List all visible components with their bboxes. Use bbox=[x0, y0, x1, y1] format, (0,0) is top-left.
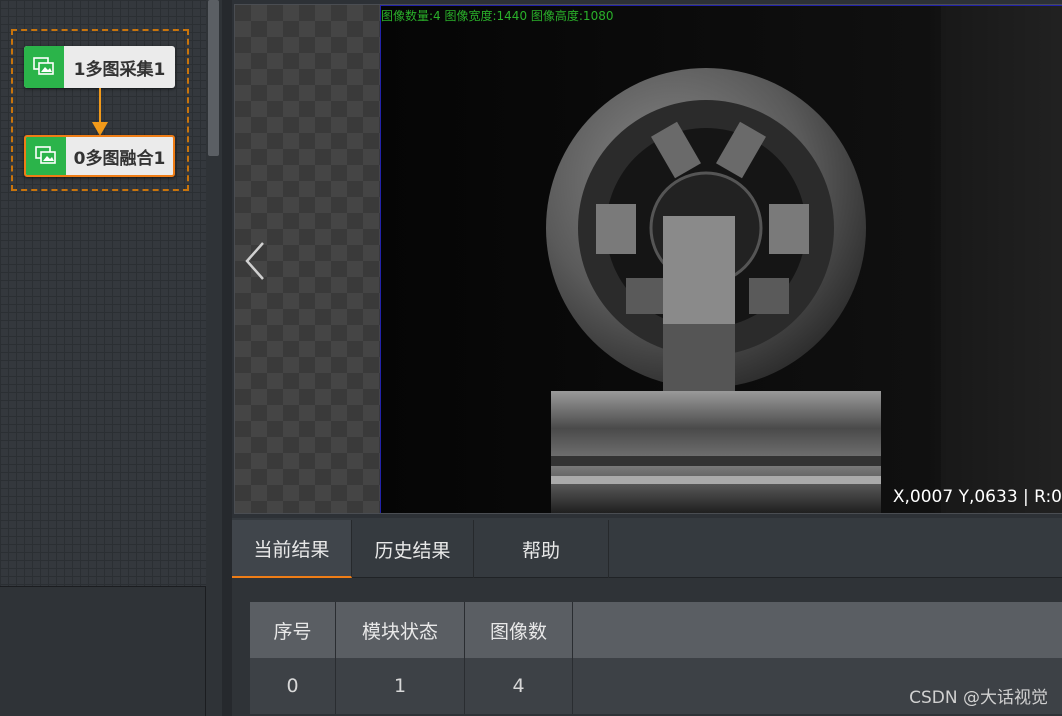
flow-node-multi-image-fusion[interactable]: 0多图融合1 bbox=[24, 135, 175, 177]
watermark: CSDN @大话视觉 bbox=[909, 688, 1048, 708]
table-cell: 4 bbox=[465, 658, 573, 714]
chevron-left-icon[interactable] bbox=[243, 239, 267, 283]
tab-current-results[interactable]: 当前结果 bbox=[232, 520, 352, 578]
flow-node-label: 1多图采集1 bbox=[73, 59, 166, 80]
flow-node-multi-image-capture[interactable]: 1多图采集1 bbox=[24, 46, 175, 88]
flow-connector-arrow bbox=[92, 88, 108, 136]
table-cell: 1 bbox=[336, 658, 465, 714]
table-cell: 0 bbox=[250, 658, 336, 714]
bottom-left-panel bbox=[0, 586, 206, 716]
multi-image-icon bbox=[24, 46, 64, 88]
panel-splitter[interactable] bbox=[222, 0, 232, 716]
table-header-row: 序号 模块状态 图像数 bbox=[250, 602, 1062, 658]
results-panel: 当前结果 历史结果 帮助 序号 模块状态 图像数 0 1 4 CSDN @大话视… bbox=[232, 518, 1062, 716]
bearing-image bbox=[381, 6, 1062, 513]
column-header[interactable]: 图像数 bbox=[465, 602, 573, 658]
flow-node-label: 0多图融合1 bbox=[73, 148, 166, 169]
tab-history-results[interactable]: 历史结果 bbox=[352, 520, 474, 578]
column-header-empty bbox=[573, 602, 1062, 658]
flow-canvas[interactable]: 1多图采集1 0多图融合1 bbox=[0, 0, 206, 586]
image-info-text: 图像数量:4 图像宽度:1440 图像高度:1080 bbox=[381, 9, 614, 23]
flow-scrollbar-thumb[interactable] bbox=[208, 0, 219, 156]
column-header[interactable]: 模块状态 bbox=[336, 602, 465, 658]
results-tab-bar: 当前结果 历史结果 帮助 bbox=[232, 518, 1062, 578]
multi-image-icon bbox=[26, 137, 66, 175]
coordinate-readout: X,0007 Y,0633 | R:0 bbox=[892, 487, 1062, 507]
image-display[interactable] bbox=[380, 5, 1062, 513]
tab-help[interactable]: 帮助 bbox=[474, 520, 609, 578]
column-header[interactable]: 序号 bbox=[250, 602, 336, 658]
image-viewer[interactable]: 图像数量:4 图像宽度:1440 图像高度:1080 X,0007 Y,0633… bbox=[234, 4, 1062, 514]
